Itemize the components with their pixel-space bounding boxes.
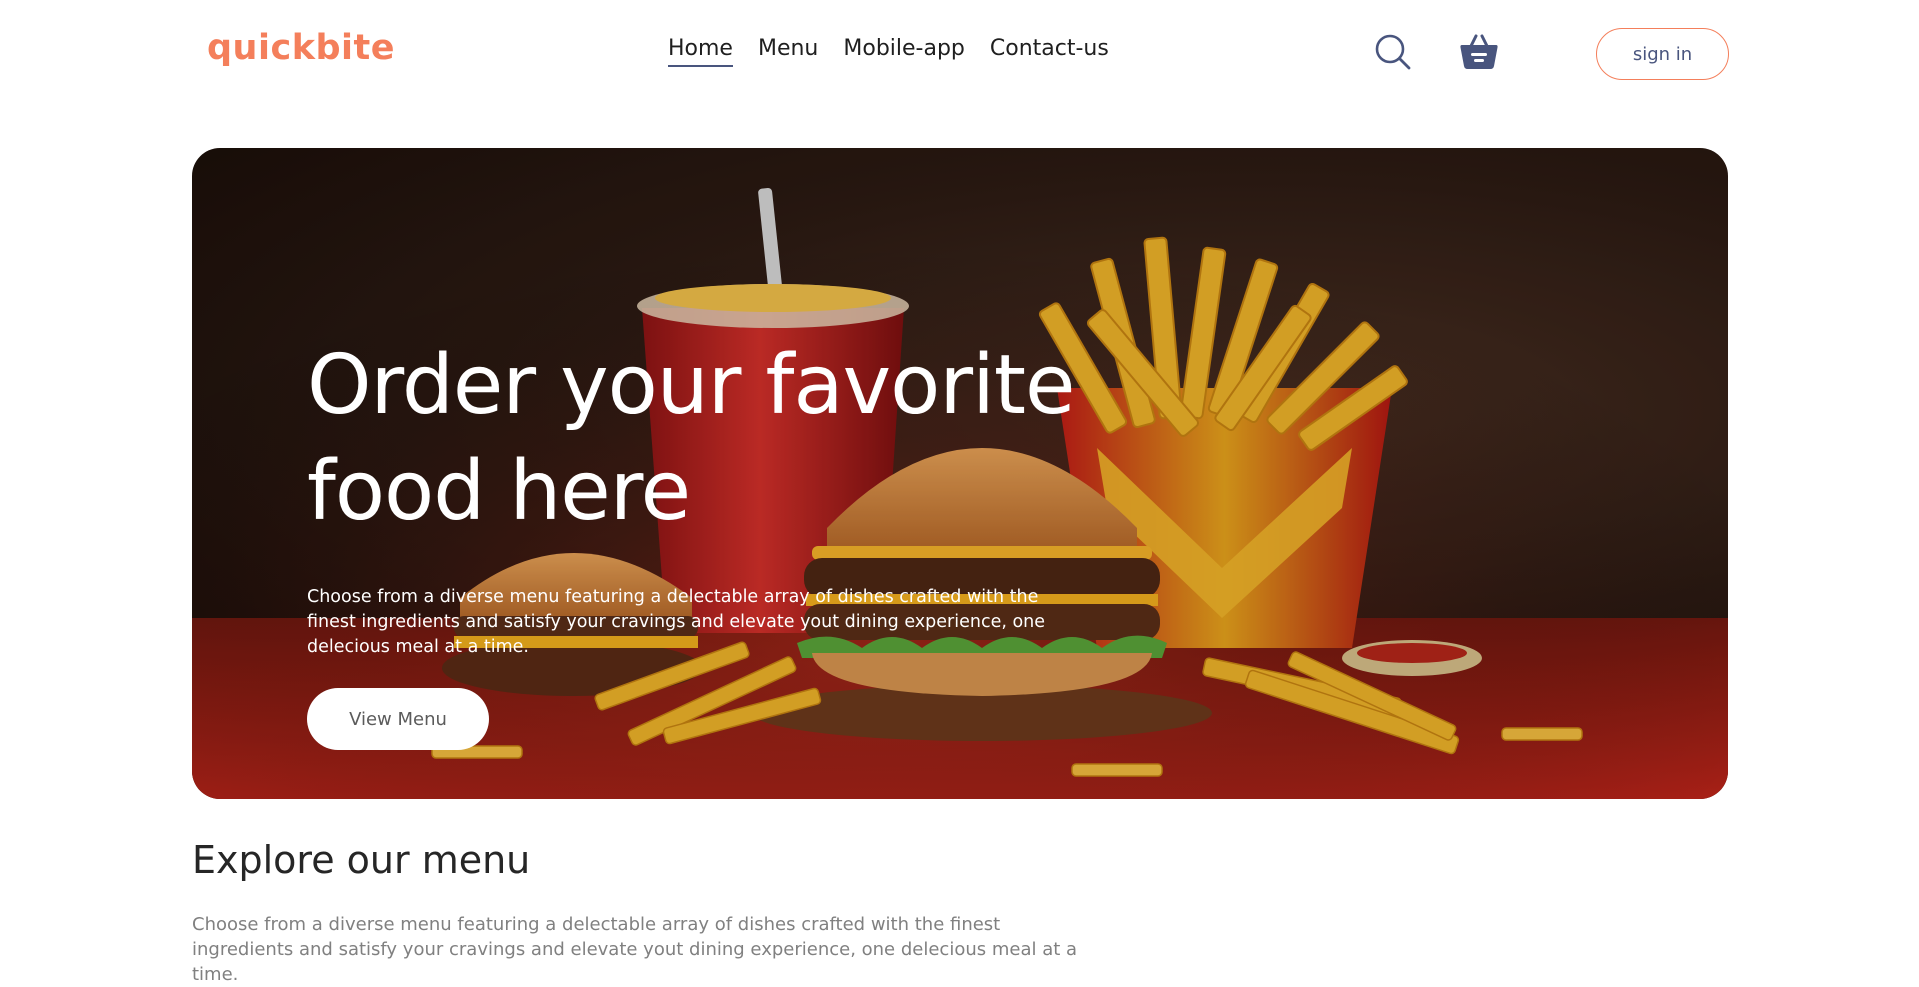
- hero-title-line2: food here: [307, 444, 691, 539]
- explore-menu-section: Explore our menu Choose from a diverse m…: [192, 838, 1292, 987]
- nav-item-mobile-app[interactable]: Mobile-app: [843, 36, 965, 67]
- nav-item-contact-us[interactable]: Contact-us: [990, 36, 1109, 67]
- search-icon[interactable]: [1374, 33, 1412, 71]
- hero-title: Order your favorite food here: [307, 333, 1087, 545]
- explore-menu-description: Choose from a diverse menu featuring a d…: [192, 914, 1078, 985]
- nav-item-home[interactable]: Home: [668, 36, 733, 67]
- view-menu-button[interactable]: View Menu: [307, 688, 489, 750]
- hero-banner: Order your favorite food here Choose fro…: [192, 148, 1728, 799]
- navbar: quickbite Home Menu Mobile-app Contact-u…: [0, 0, 1919, 110]
- hero-description: Choose from a diverse menu featuring a d…: [307, 587, 1046, 657]
- sign-in-button[interactable]: sign in: [1596, 28, 1729, 80]
- explore-menu-title: Explore our menu: [192, 838, 531, 882]
- nav-item-menu[interactable]: Menu: [758, 36, 818, 67]
- hero-title-line1: Order your favorite: [307, 338, 1075, 433]
- hero-content: Order your favorite food here Choose fro…: [307, 333, 1087, 750]
- logo[interactable]: quickbite: [207, 28, 395, 68]
- nav-menu: Home Menu Mobile-app Contact-us: [668, 36, 1109, 67]
- basket-icon[interactable]: [1458, 32, 1500, 72]
